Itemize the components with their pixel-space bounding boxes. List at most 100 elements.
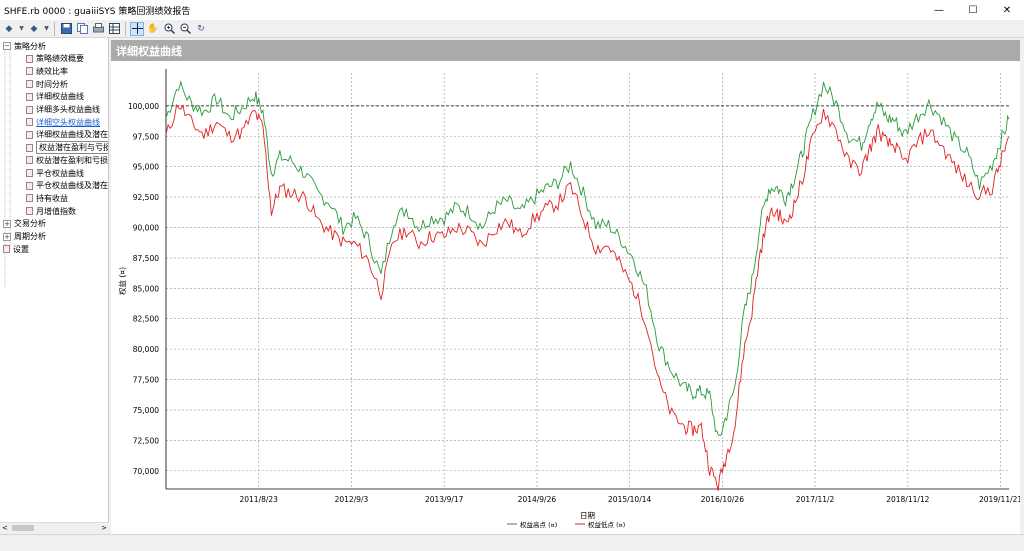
y-tick-label: 95,000 (133, 163, 159, 172)
document-icon (26, 67, 33, 76)
tree-item-label: 策略绩效概要 (36, 54, 84, 64)
toolbar: ◆ ▼ ◆ ▼ ✋ ↻ (0, 20, 1024, 38)
y-tick-label: 90,000 (133, 223, 159, 232)
document-icon (26, 54, 33, 63)
x-tick-label: 2013/9/17 (425, 495, 464, 504)
document-icon (26, 169, 33, 177)
app-window: SHFE.rb 0000 : guaiiiSYS 策略回测绩效报告 — ☐ ✕ … (0, 0, 1024, 551)
document-icon (26, 130, 33, 139)
expand-icon[interactable]: + (3, 219, 11, 228)
table-icon[interactable] (107, 22, 121, 36)
y-tick-label: 72,500 (133, 436, 159, 445)
tree-item[interactable]: 设置 (3, 243, 29, 255)
tree-item-label: 持有收益 (36, 193, 68, 203)
tree-item-label: 周期分析 (14, 232, 46, 241)
print-icon[interactable] (91, 22, 105, 36)
document-icon (26, 181, 33, 190)
chart-panel: 详细权益曲线 70,000 72,500 75,000 77,500 80,000 82,… (111, 40, 1020, 534)
zoom-out-icon[interactable] (178, 22, 192, 36)
tree-item-label: 交易分析 (14, 219, 46, 229)
document-icon (26, 207, 33, 216)
tree-item-label: 权益潜在盈利和亏损 (36, 155, 108, 165)
tree-item-label: 详细多头权益曲线 (36, 105, 100, 114)
hand-pan-icon[interactable]: ✋ (146, 22, 160, 36)
document-icon (26, 105, 33, 114)
tree-item-label: 详细权益曲线及潜在 (36, 130, 108, 140)
document-icon (26, 194, 33, 203)
tree-horizontal-scrollbar[interactable]: < > (0, 522, 109, 532)
refresh-icon[interactable]: ↻ (194, 22, 208, 36)
collapse-icon[interactable]: − (3, 42, 11, 50)
legend-label-high: 权益高点 (¤) (520, 520, 557, 529)
x-tick-label: 2011/8/23 (239, 495, 278, 504)
dropdown-icon[interactable]: ▼ (18, 22, 25, 36)
tree-item[interactable]: 月增值指数 (26, 205, 76, 217)
toolbar-separator (54, 21, 55, 36)
document-icon (26, 118, 33, 127)
y-tick-label: 75,000 (133, 406, 159, 415)
x-tick-label: 2012/9/3 (335, 495, 369, 504)
tree-item[interactable]: 详细权益曲线 (26, 91, 84, 103)
maximize-button[interactable]: ☐ (956, 0, 990, 20)
tree-item-label: 月增值指数 (36, 206, 76, 216)
title-bar: SHFE.rb 0000 : guaiiiSYS 策略回测绩效报告 — ☐ ✕ (0, 0, 1024, 20)
toolbar-separator (125, 21, 126, 36)
document-icon (26, 156, 33, 165)
tree-item[interactable]: 策略绩效概要 (26, 53, 84, 65)
y-tick-label: 87,500 (133, 254, 159, 263)
tree-item-label: 详细权益曲线 (36, 92, 84, 102)
tree-item[interactable]: + 交易分析 (3, 218, 46, 230)
tree-item-label: 平仓权益曲线及潜在 (36, 181, 108, 191)
document-icon (26, 143, 33, 152)
y-axis-label: 权益 (¤) (117, 267, 127, 295)
close-button[interactable]: ✕ (990, 0, 1024, 20)
tree-item[interactable]: 时间分析 (26, 78, 68, 90)
tree-item[interactable]: 平仓权益曲线及潜在 (26, 180, 108, 192)
tree-item-label: 设置 (13, 244, 29, 254)
window-title: SHFE.rb 0000 : guaiiiSYS 策略回测绩效报告 (4, 6, 191, 17)
tree-item[interactable]: 平仓权益曲线 (26, 167, 84, 179)
x-tick-label: 2016/10/26 (701, 495, 744, 504)
x-tick-label: 2017/11/2 (796, 495, 835, 504)
document-icon (26, 92, 33, 101)
panel-title: 详细权益曲线 (111, 40, 1020, 61)
tree-item[interactable]: 权益潜在盈利与亏损 (26, 141, 108, 155)
scroll-left-icon[interactable]: < (2, 524, 8, 532)
equity-curve-chart[interactable]: 70,000 72,500 75,000 77,500 80,000 82,500 85,0… (111, 61, 1020, 534)
y-tick-label: 97,500 (133, 132, 159, 141)
tree-item[interactable]: 详细多头权益曲线 (26, 104, 100, 116)
forward-arrow-icon[interactable]: ◆ (27, 22, 41, 36)
y-tick-label: 100,000 (128, 102, 159, 111)
y-tick-label: 85,000 (133, 284, 159, 293)
tree-item[interactable]: 持有收益 (26, 192, 68, 204)
back-arrow-icon[interactable]: ◆ (2, 22, 16, 36)
dropdown-icon[interactable]: ▼ (43, 22, 50, 36)
tree-item-label: 策略分析 (14, 41, 46, 51)
tree-item[interactable]: 详细权益曲线及潜在 (26, 129, 108, 141)
save-icon[interactable] (59, 22, 73, 36)
copy-icon[interactable] (75, 22, 89, 36)
zoom-in-icon[interactable] (162, 22, 176, 36)
crosshair-icon[interactable] (130, 21, 144, 36)
y-tick-label: 70,000 (133, 467, 159, 476)
tree-item[interactable]: 权益潜在盈利和亏损 (26, 154, 108, 166)
tree-item[interactable]: + 周期分析 (3, 231, 46, 243)
tree-item[interactable]: 详细空头权益曲线 (26, 116, 100, 128)
y-tick-label: 80,000 (133, 345, 159, 354)
minimize-button[interactable]: — (922, 0, 956, 20)
scroll-right-icon[interactable]: > (101, 524, 107, 532)
tree-item[interactable]: − 策略分析 (3, 40, 46, 52)
tree-item-label: 权益潜在盈利与亏损 (36, 141, 108, 155)
x-tick-label: 2019/11/21 (979, 495, 1020, 504)
expand-icon[interactable]: + (3, 232, 11, 241)
tree-item[interactable]: 绩效比率 (26, 65, 68, 77)
tree-item-label: 详细空头权益曲线 (36, 117, 100, 127)
y-tick-label: 92,500 (133, 193, 159, 202)
x-tick-label: 2015/10/14 (608, 495, 651, 504)
scrollbar-thumb[interactable] (12, 525, 34, 531)
x-axis-label: 日期 (580, 511, 595, 520)
document-icon (3, 245, 10, 254)
status-bar (0, 534, 1024, 551)
y-tick-label: 82,500 (133, 315, 159, 324)
tree-item-label: 时间分析 (36, 79, 68, 89)
